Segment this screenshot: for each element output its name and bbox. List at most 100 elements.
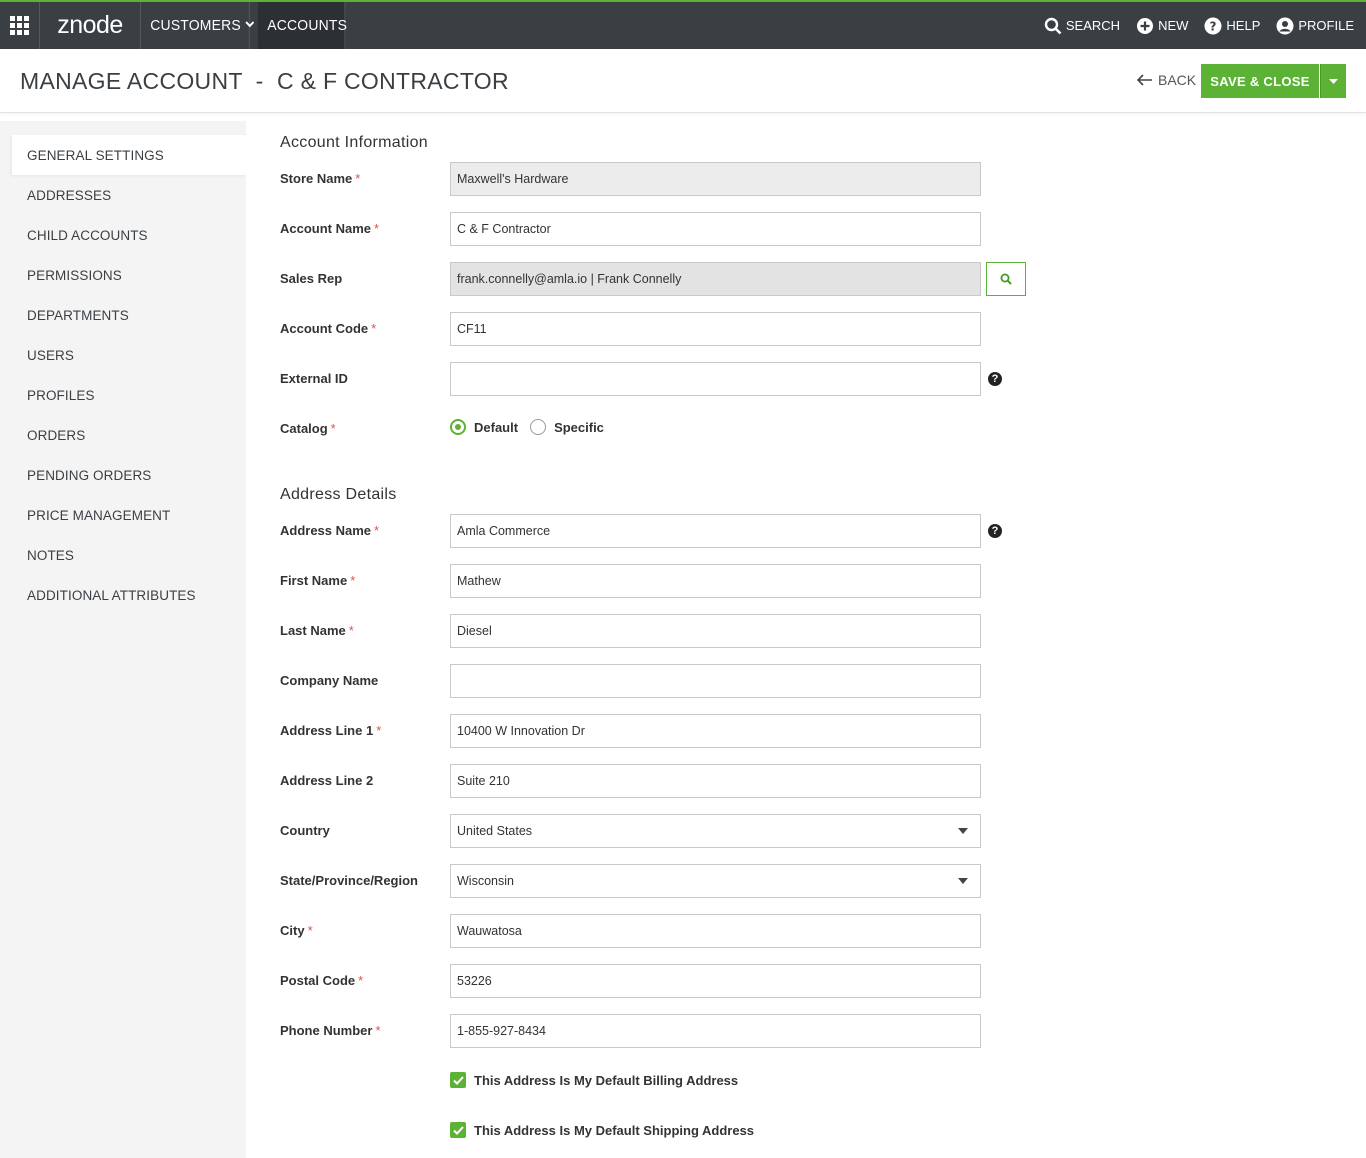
required-marker: *	[355, 171, 361, 186]
sidebar-item-departments[interactable]: DEPARTMENTS	[12, 295, 246, 335]
sidebar-item-pending-orders[interactable]: PENDING ORDERS	[12, 455, 246, 495]
company-name-label: Company Name	[280, 673, 379, 688]
nav-customers-menu[interactable]: CUSTOMERS	[141, 2, 255, 49]
first-name-label: First Name *	[280, 573, 355, 588]
required-marker: *	[371, 321, 377, 336]
last-name-input[interactable]: Diesel	[450, 614, 981, 648]
nav-new-button[interactable]: NEW	[1136, 17, 1188, 35]
caret-down-icon	[958, 828, 968, 834]
default-billing-label: This Address Is My Default Billing Addre…	[474, 1072, 739, 1088]
required-marker: *	[374, 523, 380, 538]
city-label: City *	[280, 923, 313, 938]
address-name-input[interactable]: Amla Commerce	[450, 514, 981, 548]
required-marker: *	[374, 221, 380, 236]
city-value: Wauwatosa	[457, 924, 522, 938]
sidebar: GENERAL SETTINGS ADDRESSES CHILD ACCOUNT…	[0, 121, 246, 1158]
address-line1-input[interactable]: 10400 W Innovation Dr	[450, 714, 981, 748]
catalog-default-radio[interactable]	[450, 419, 466, 435]
nav-profile-button[interactable]: PROFILE	[1276, 17, 1354, 35]
account-code-input[interactable]: CF11	[450, 312, 981, 346]
account-name-label: Account Name *	[280, 221, 379, 236]
sidebar-item-users[interactable]: USERS	[12, 335, 246, 375]
sidebar-item-orders[interactable]: ORDERS	[12, 415, 246, 455]
sidebar-item-notes[interactable]: NOTES	[12, 535, 246, 575]
plus-circle-icon	[1137, 17, 1154, 34]
required-marker: *	[376, 723, 382, 738]
catalog-label: Catalog *	[280, 421, 336, 436]
apps-grid-icon	[10, 16, 29, 35]
account-name-input[interactable]: C & F Contractor	[450, 212, 981, 246]
address-line2-value: Suite 210	[457, 774, 510, 788]
account-information-heading: Account Information	[280, 134, 428, 151]
default-shipping-label: This Address Is My Default Shipping Addr…	[474, 1122, 755, 1138]
last-name-label-text: Last Name	[280, 623, 346, 638]
caret-down-icon	[1329, 78, 1338, 84]
state-select[interactable]: Wisconsin	[450, 864, 981, 898]
catalog-specific-radio[interactable]	[530, 419, 547, 435]
last-name-value: Diesel	[457, 624, 492, 638]
chevron-down-icon	[245, 20, 255, 31]
phone-number-label: Phone Number *	[280, 1023, 381, 1038]
address-name-value: Amla Commerce	[457, 524, 551, 538]
company-name-input[interactable]	[450, 664, 981, 698]
sales-rep-lookup-button[interactable]	[986, 262, 1026, 296]
caret-down-icon	[958, 878, 968, 884]
nav-actions: SEARCH NEW ? HELP PROFILE	[1028, 2, 1366, 49]
sidebar-item-general-settings[interactable]: GENERAL SETTINGS	[12, 135, 246, 175]
account-code-label: Account Code *	[280, 321, 376, 336]
apps-grid-button[interactable]	[0, 2, 40, 49]
save-and-close-button[interactable]: SAVE & CLOSE	[1201, 64, 1319, 98]
first-name-label-text: First Name	[280, 573, 348, 588]
logo-text: znode	[57, 11, 123, 39]
account-name-value: C & F Contractor	[457, 222, 551, 236]
default-shipping-row: This Address Is My Default Shipping Addr…	[450, 1122, 754, 1138]
nav-profile-label: PROFILE	[1298, 18, 1354, 33]
catalog-label-text: Catalog	[280, 421, 328, 436]
default-billing-checkbox[interactable]	[450, 1072, 466, 1088]
nav-help-button[interactable]: ? HELP	[1204, 17, 1260, 35]
sales-rep-field[interactable]: frank.connelly@amla.io | Frank Connelly	[450, 262, 981, 296]
question-circle-icon[interactable]: ?	[988, 372, 1002, 386]
sidebar-item-addresses[interactable]: ADDRESSES	[12, 175, 246, 215]
nav-search-label: SEARCH	[1065, 18, 1121, 33]
address-line2-input[interactable]: Suite 210	[450, 764, 981, 798]
phone-number-label-text: Phone Number	[280, 1023, 373, 1038]
city-input[interactable]: Wauwatosa	[450, 914, 981, 948]
required-marker: *	[307, 923, 313, 938]
sales-rep-value: frank.connelly@amla.io | Frank Connelly	[457, 272, 682, 286]
znode-logo[interactable]: znode	[40, 2, 141, 49]
sales-rep-label: Sales Rep	[280, 271, 343, 286]
sidebar-item-permissions[interactable]: PERMISSIONS	[12, 255, 246, 295]
sidebar-item-profiles[interactable]: PROFILES	[12, 375, 246, 415]
back-label: BACK	[1158, 72, 1197, 88]
svg-text:?: ?	[1210, 19, 1217, 33]
question-circle-icon[interactable]: ?	[988, 524, 1002, 538]
nav-search-button[interactable]: SEARCH	[1044, 17, 1120, 35]
address-line1-value: 10400 W Innovation Dr	[457, 724, 585, 738]
catalog-specific-label: Specific	[554, 419, 604, 435]
back-link[interactable]: BACK	[1137, 72, 1196, 88]
store-name-field[interactable]: Maxwell's Hardware	[450, 162, 981, 196]
required-marker: *	[358, 973, 364, 988]
phone-number-input[interactable]: 1-855-927-8434	[450, 1014, 981, 1048]
save-options-dropdown[interactable]	[1320, 64, 1346, 98]
default-shipping-checkbox[interactable]	[450, 1122, 466, 1138]
sidebar-item-price-management[interactable]: PRICE MANAGEMENT	[12, 495, 246, 535]
arrow-left-icon	[1137, 74, 1152, 86]
sidebar-item-child-accounts[interactable]: CHILD ACCOUNTS	[12, 215, 246, 255]
required-marker: *	[330, 421, 336, 436]
external-id-input[interactable]	[450, 362, 981, 396]
account-code-value: CF11	[457, 322, 487, 336]
country-select[interactable]: United States	[450, 814, 981, 848]
state-value: Wisconsin	[457, 874, 514, 888]
external-id-label: External ID	[280, 371, 348, 386]
required-marker: *	[350, 573, 356, 588]
first-name-value: Mathew	[457, 574, 501, 588]
postal-code-input[interactable]: 53226	[450, 964, 981, 998]
nav-accounts-menu[interactable]: ACCOUNTS	[258, 2, 347, 49]
address-name-label-text: Address Name	[280, 523, 372, 538]
first-name-input[interactable]: Mathew	[450, 564, 981, 598]
sidebar-item-additional-attributes[interactable]: ADDITIONAL ATTRIBUTES	[12, 575, 246, 615]
search-icon	[1044, 17, 1062, 34]
postal-code-label: Postal Code *	[280, 973, 363, 988]
